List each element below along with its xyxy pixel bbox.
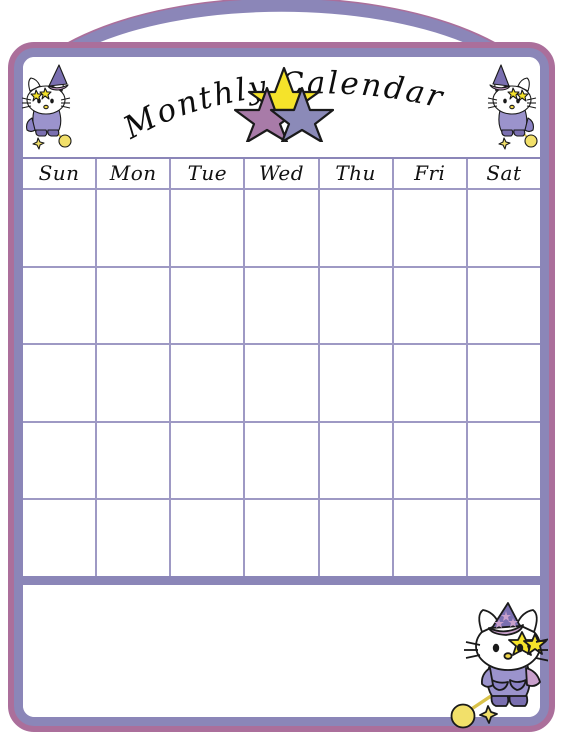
day-cell[interactable] <box>23 500 98 576</box>
week-row <box>23 422 540 501</box>
hello-kitty-wizard-bottom-icon <box>450 602 548 729</box>
day-header-label: Fri <box>414 160 446 185</box>
day-cell[interactable] <box>467 190 540 266</box>
day-cell[interactable] <box>245 500 320 576</box>
day-cell[interactable] <box>171 267 246 344</box>
day-cell[interactable] <box>171 190 246 266</box>
day-header-label: Sat <box>486 160 522 185</box>
day-cell[interactable] <box>97 345 172 421</box>
day-cell[interactable] <box>319 267 394 344</box>
day-cell[interactable] <box>467 422 540 499</box>
day-header-tue: Tue <box>171 159 246 188</box>
day-cell[interactable] <box>97 422 172 499</box>
day-header-label: Sun <box>38 160 80 185</box>
day-cell[interactable] <box>467 345 540 421</box>
day-header-sat: Sat <box>467 159 540 188</box>
grid-notes-divider <box>14 576 549 585</box>
day-cell[interactable] <box>171 345 246 421</box>
day-cell[interactable] <box>319 500 394 576</box>
day-header-label: Tue <box>187 160 228 185</box>
day-cell[interactable] <box>467 500 540 576</box>
day-cell[interactable] <box>393 500 468 576</box>
day-cell[interactable] <box>393 345 468 421</box>
day-header-sun: Sun <box>23 159 98 188</box>
day-cell[interactable] <box>23 422 98 499</box>
day-of-week-header-row: Sun Mon Tue Wed Thu Fri Sat <box>23 157 540 188</box>
day-cell[interactable] <box>97 500 172 576</box>
day-cell[interactable] <box>245 345 320 421</box>
day-cell[interactable] <box>319 190 394 266</box>
day-cell[interactable] <box>97 190 172 266</box>
hello-kitty-wizard-left-icon <box>21 64 72 150</box>
day-header-fri: Fri <box>393 159 468 188</box>
three-star-cluster <box>234 66 334 142</box>
day-cell[interactable] <box>393 422 468 499</box>
day-cell[interactable] <box>319 422 394 499</box>
day-cell[interactable] <box>319 345 394 421</box>
day-cell[interactable] <box>97 267 172 344</box>
day-header-label: Mon <box>109 160 157 185</box>
day-header-wed: Wed <box>245 159 320 188</box>
week-row <box>23 500 540 576</box>
day-cell[interactable] <box>245 422 320 499</box>
hello-kitty-wizard-right-icon <box>487 64 538 150</box>
day-cell[interactable] <box>467 267 540 344</box>
day-cell[interactable] <box>393 190 468 266</box>
day-cell[interactable] <box>23 267 98 344</box>
week-row <box>23 267 540 346</box>
day-cell[interactable] <box>245 190 320 266</box>
day-cell[interactable] <box>171 422 246 499</box>
day-header-label: Wed <box>258 160 305 185</box>
day-cell[interactable] <box>23 190 98 266</box>
calendar-week-grid <box>23 188 540 576</box>
week-row <box>23 345 540 423</box>
day-cell[interactable] <box>23 345 98 421</box>
day-header-mon: Mon <box>97 159 172 188</box>
day-cell[interactable] <box>393 267 468 344</box>
day-header-label: Thu <box>335 160 376 185</box>
day-cell[interactable] <box>171 500 246 576</box>
monthly-calendar-page: Monthly Calendar Sun Mon Tue Wed Thu Fri… <box>0 0 563 740</box>
week-row <box>23 190 540 268</box>
day-cell[interactable] <box>245 267 320 344</box>
day-header-thu: Thu <box>319 159 394 188</box>
